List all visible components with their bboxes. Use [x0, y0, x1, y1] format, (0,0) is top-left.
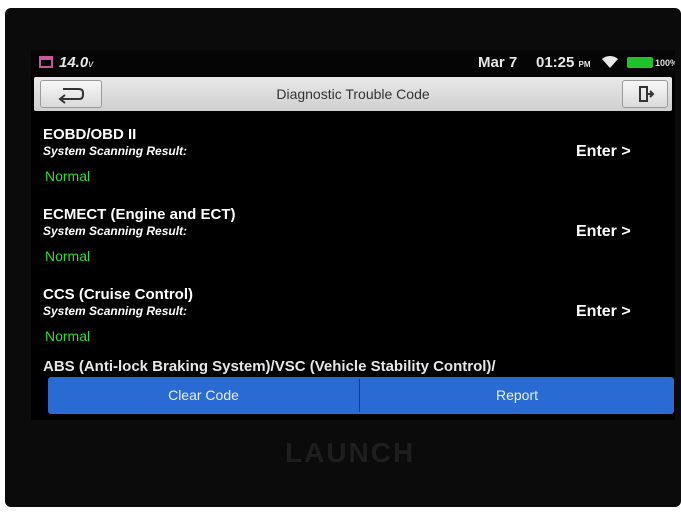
report-button[interactable]: Report [360, 377, 674, 414]
brand-logo: LAUNCH [285, 437, 416, 468]
battery-icon [627, 57, 653, 68]
status-text: Normal [45, 168, 91, 184]
system-name: ABS (Anti-lock Braking System)/VSC (Vehi… [43, 358, 496, 375]
scan-result-label: System Scanning Result: [43, 304, 188, 318]
system-name: EOBD/OBD II [43, 126, 137, 143]
scan-result-label: System Scanning Result: [43, 224, 188, 238]
enter-button[interactable]: Enter > [576, 223, 631, 241]
system-name: ECMECT (Engine and ECT) [43, 206, 236, 223]
photo-background: 14.0v Mar 7 01:25 PM 100% Diagnostic Tro… [0, 0, 681, 514]
status-bar: 14.0v Mar 7 01:25 PM 100% [31, 50, 675, 76]
system-name: CCS (Cruise Control) [43, 286, 193, 303]
system-item-eobd[interactable]: EOBD/OBD II System Scanning Result: Norm… [31, 116, 675, 196]
exit-button[interactable] [622, 80, 668, 108]
enter-button[interactable]: Enter > [576, 143, 631, 161]
wifi-icon [602, 55, 618, 68]
calendar-icon [39, 56, 53, 68]
system-list: EOBD/OBD II System Scanning Result: Norm… [31, 116, 675, 376]
time-text: 01:25 PM [536, 54, 591, 71]
clear-code-button[interactable]: Clear Code [48, 377, 359, 414]
scan-result-label: System Scanning Result: [43, 144, 188, 158]
enter-button[interactable]: Enter > [576, 303, 631, 321]
voltage-readout: 14.0v [59, 54, 94, 71]
device-screen: 14.0v Mar 7 01:25 PM 100% Diagnostic Tro… [31, 50, 675, 420]
status-text: Normal [45, 248, 91, 264]
exit-icon [639, 86, 655, 102]
system-item-ecmect[interactable]: ECMECT (Engine and ECT) System Scanning … [31, 196, 675, 276]
system-item-ccs[interactable]: CCS (Cruise Control) System Scanning Res… [31, 276, 675, 356]
action-bar: Clear Code Report [48, 377, 674, 414]
date-text: Mar 7 [478, 54, 518, 71]
title-bar: Diagnostic Trouble Code [34, 77, 672, 111]
system-item-abs[interactable]: ABS (Anti-lock Braking System)/VSC (Vehi… [31, 356, 675, 376]
battery-percent: 100% [655, 58, 675, 68]
page-title: Diagnostic Trouble Code [276, 86, 430, 102]
status-text: Normal [45, 328, 91, 344]
